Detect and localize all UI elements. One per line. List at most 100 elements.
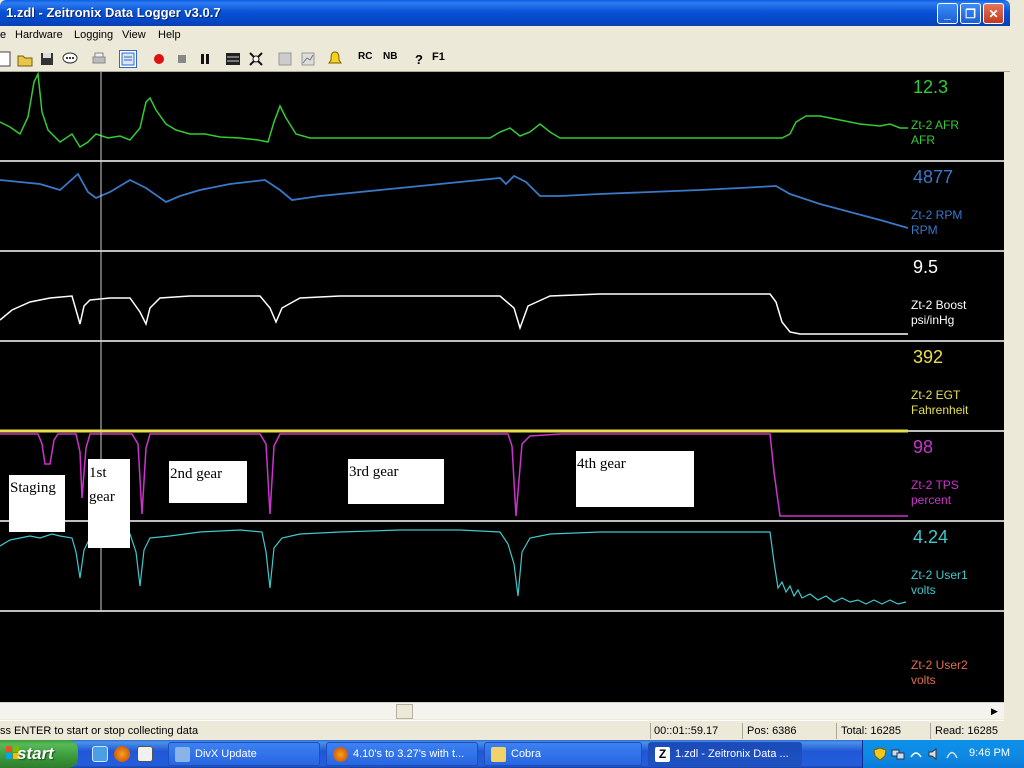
boost-unit: psi/inHg bbox=[911, 313, 955, 327]
divx-icon bbox=[175, 747, 190, 762]
task-cobra-folder[interactable]: Cobra bbox=[484, 742, 642, 766]
wireless-icon[interactable] bbox=[909, 747, 923, 761]
new-file-icon[interactable] bbox=[0, 50, 14, 68]
volume-icon[interactable] bbox=[927, 747, 941, 761]
status-total: Total: 16285 bbox=[841, 725, 901, 737]
staging-note: Staging bbox=[9, 475, 65, 532]
open-folder-icon[interactable] bbox=[16, 50, 34, 68]
boost-value: 9.5 bbox=[913, 257, 939, 277]
status-separator bbox=[742, 723, 743, 739]
afr-value: 12.3 bbox=[913, 77, 949, 97]
menu-logging[interactable]: Logging bbox=[74, 29, 113, 41]
menu-bar: e Hardware Logging View Help bbox=[0, 26, 1010, 46]
calculator-quicklaunch-icon[interactable] bbox=[137, 746, 153, 762]
rpm-value: 4877 bbox=[913, 167, 954, 187]
task-label: 4.10's to 3.27's with t... bbox=[353, 748, 465, 760]
task-label: Cobra bbox=[511, 748, 541, 760]
taskbar: start DivX Update 4.10's to 3.27's with … bbox=[0, 740, 1024, 768]
boost-channel-name: Zt-2 Boost bbox=[911, 298, 967, 312]
application-window: 1.zdl - Zeitronix Data Logger v3.0.7 _ ❐… bbox=[0, 0, 1024, 768]
tps-label: Zt-2 TPS percent bbox=[911, 478, 959, 508]
zeitronix-z-icon: Z bbox=[655, 747, 670, 762]
afr-trace bbox=[0, 72, 908, 149]
stop-icon[interactable] bbox=[173, 50, 191, 68]
task-label: DivX Update bbox=[195, 748, 257, 760]
print-icon[interactable] bbox=[90, 50, 108, 68]
chart-icon[interactable] bbox=[299, 50, 317, 68]
boost-trace bbox=[0, 293, 908, 335]
user1-label: Zt-2 User1 volts bbox=[911, 568, 968, 598]
third-gear-note: 3rd gear bbox=[348, 459, 444, 504]
clock: 9:46 PM bbox=[969, 747, 1010, 759]
menu-view[interactable]: View bbox=[122, 29, 146, 41]
maximize-button[interactable]: ❐ bbox=[960, 3, 981, 24]
export-icon[interactable] bbox=[276, 50, 294, 68]
rpm-unit: RPM bbox=[911, 223, 938, 237]
fourth-gear-note: 4th gear bbox=[576, 451, 694, 507]
start-label: start bbox=[17, 744, 54, 763]
task-firefox[interactable]: 4.10's to 3.27's with t... bbox=[326, 742, 478, 766]
egt-value: 392 bbox=[913, 347, 944, 367]
panel-dividers bbox=[0, 160, 1004, 612]
task-divx-update[interactable]: DivX Update bbox=[168, 742, 320, 766]
tps-value: 98 bbox=[913, 437, 934, 457]
modem-icon[interactable] bbox=[945, 747, 959, 761]
boost-label: Zt-2 Boost psi/inHg bbox=[911, 298, 966, 328]
help-icon[interactable]: ? bbox=[411, 50, 429, 68]
alarm-bell-icon[interactable] bbox=[326, 50, 344, 68]
user1-channel-name: Zt-2 User1 bbox=[911, 568, 968, 582]
scroll-right-arrow-icon[interactable]: ▶ bbox=[987, 704, 1002, 719]
comment-icon[interactable] bbox=[61, 50, 79, 68]
window-title: 1.zdl - Zeitronix Data Logger v3.0.7 bbox=[6, 5, 221, 20]
tps-trace bbox=[0, 433, 908, 517]
tps-unit: percent bbox=[911, 493, 952, 507]
rc-button[interactable]: RC bbox=[358, 51, 372, 62]
status-read: Read: 16285 bbox=[935, 725, 998, 737]
rpm-channel-name: Zt-2 RPM bbox=[911, 208, 963, 222]
egt-label: Zt-2 EGT Fahrenheit bbox=[911, 388, 968, 418]
ie-quicklaunch-icon[interactable] bbox=[92, 746, 108, 762]
plot-canvas bbox=[0, 72, 1004, 612]
menu-help[interactable]: Help bbox=[158, 29, 181, 41]
svg-text:?: ? bbox=[415, 52, 423, 67]
security-shield-icon[interactable] bbox=[873, 747, 887, 761]
status-hint: ss ENTER to start or stop collecting dat… bbox=[0, 725, 199, 737]
scroll-thumb[interactable] bbox=[396, 704, 413, 719]
user1-value: 4.24 bbox=[913, 527, 949, 547]
network-icon[interactable] bbox=[891, 747, 905, 761]
firefox-quicklaunch-icon[interactable] bbox=[114, 746, 130, 762]
close-button[interactable]: ✕ bbox=[983, 3, 1004, 24]
data-plot-area[interactable]: 12.3 Zt-2 AFR AFR 4877 Zt-2 RPM RPM 9.5 … bbox=[0, 72, 1004, 702]
f1-button[interactable]: F1 bbox=[432, 51, 445, 63]
egt-channel-name: Zt-2 EGT bbox=[911, 388, 961, 402]
minimize-button[interactable]: _ bbox=[937, 3, 958, 24]
firefox-icon bbox=[333, 747, 348, 762]
toolbar: RC NB ? F1 bbox=[0, 46, 1010, 72]
task-label: 1.zdl - Zeitronix Data ... bbox=[675, 748, 789, 760]
horizontal-scrollbar[interactable]: ▶ bbox=[0, 702, 1004, 719]
record-icon[interactable] bbox=[150, 50, 168, 68]
view-panel-icon[interactable] bbox=[119, 50, 137, 68]
start-button[interactable]: start bbox=[0, 740, 78, 768]
status-time: 00::01::59.17 bbox=[654, 725, 719, 737]
menu-file[interactable]: e bbox=[0, 29, 6, 41]
user2-label: Zt-2 User2 volts bbox=[911, 658, 968, 688]
user2-unit: volts bbox=[911, 673, 936, 687]
rpm-label: Zt-2 RPM RPM bbox=[911, 208, 962, 238]
egt-unit: Fahrenheit bbox=[911, 403, 969, 417]
title-bar[interactable]: 1.zdl - Zeitronix Data Logger v3.0.7 _ ❐… bbox=[0, 0, 1010, 26]
gauges-icon[interactable] bbox=[224, 50, 242, 68]
menu-hardware[interactable]: Hardware bbox=[15, 29, 63, 41]
nb-button[interactable]: NB bbox=[383, 51, 397, 62]
status-separator bbox=[930, 723, 931, 739]
first-gear-note: 1st gear bbox=[88, 459, 130, 548]
settings-cross-icon[interactable] bbox=[247, 50, 265, 68]
folder-icon bbox=[491, 747, 506, 762]
second-gear-note: 2nd gear bbox=[169, 461, 247, 503]
user2-channel-name: Zt-2 User2 bbox=[911, 658, 968, 672]
save-icon[interactable] bbox=[38, 50, 56, 68]
status-separator bbox=[836, 723, 837, 739]
task-zeitronix[interactable]: Z 1.zdl - Zeitronix Data ... bbox=[648, 742, 802, 766]
status-bar: ss ENTER to start or stop collecting dat… bbox=[0, 720, 1004, 740]
pause-icon[interactable] bbox=[196, 50, 214, 68]
